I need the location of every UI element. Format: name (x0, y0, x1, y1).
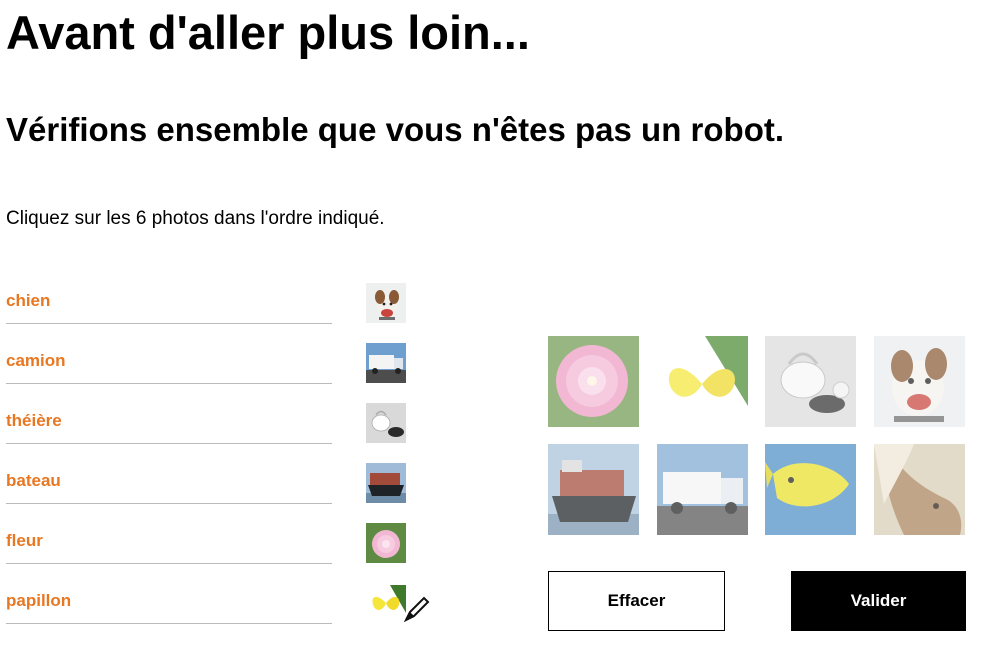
order-item-label: bateau (6, 471, 61, 490)
captcha-instruction: Cliquez sur les 6 photos dans l'ordre in… (6, 208, 385, 229)
divider (6, 563, 332, 564)
order-item-chien: chien (6, 278, 436, 338)
order-item-papillon: papillon (6, 578, 436, 638)
ship-photo-icon (366, 463, 406, 503)
grid-photo-fish[interactable] (765, 444, 856, 535)
grid-photo-horse[interactable] (874, 444, 965, 535)
page-title: Avant d'aller plus loin... (6, 6, 530, 59)
grid-photo-dog[interactable] (874, 336, 965, 427)
order-item-bateau: bateau (6, 458, 436, 518)
divider (6, 503, 332, 504)
divider (6, 623, 332, 624)
flower-photo-icon (366, 523, 406, 563)
dog-photo-icon (366, 283, 406, 323)
grid-photo-truck[interactable] (657, 444, 748, 535)
order-item-fleur: fleur (6, 518, 436, 578)
order-item-label: chien (6, 291, 51, 310)
grid-photo-ship[interactable] (548, 444, 639, 535)
grid-photo-flower[interactable] (548, 336, 639, 427)
divider (6, 443, 332, 444)
clear-button[interactable]: Effacer (548, 571, 725, 631)
grid-photo-teapot[interactable] (765, 336, 856, 427)
order-item-label: fleur (6, 531, 43, 550)
order-item-label: camion (6, 351, 66, 370)
page-subtitle: Vérifions ensemble que vous n'êtes pas u… (6, 111, 785, 148)
truck-photo-icon (366, 343, 406, 383)
order-item-label: théière (6, 411, 62, 430)
divider (6, 383, 332, 384)
order-item-theiere: théière (6, 398, 436, 458)
butterfly-photo-icon (366, 583, 406, 623)
teapot-photo-icon (366, 403, 406, 443)
grid-photo-butterfly[interactable] (657, 336, 748, 427)
pencil-icon (402, 594, 432, 624)
divider (6, 323, 332, 324)
order-item-label: papillon (6, 591, 72, 610)
validate-button[interactable]: Valider (791, 571, 966, 631)
captcha-order-list: chien camion théière bateau fleur papill (6, 278, 436, 638)
order-item-camion: camion (6, 338, 436, 398)
